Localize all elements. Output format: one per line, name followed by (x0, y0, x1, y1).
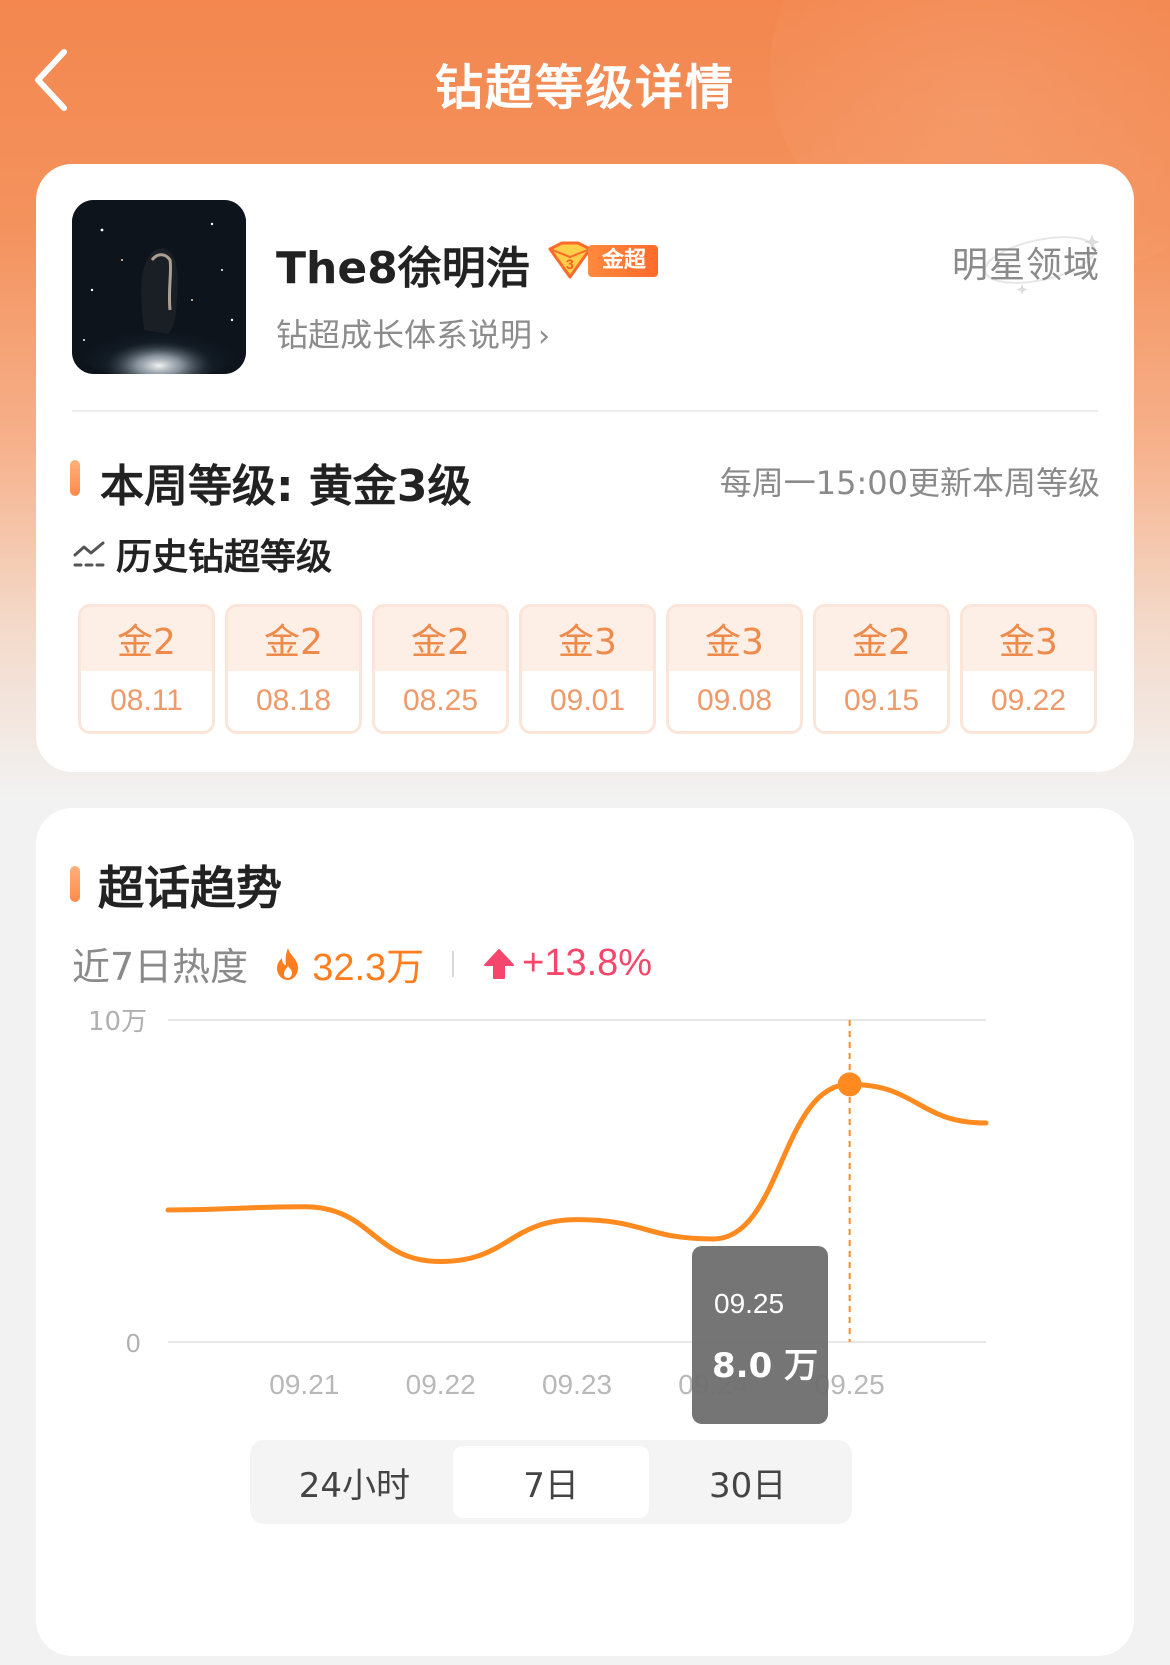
x-tick-label: 09.21 (269, 1369, 339, 1400)
y-tick-label: 10万 (88, 1007, 147, 1037)
tooltip-date: 09.25 (714, 1288, 785, 1319)
chart-tooltip: 09.25 8.0 万 (692, 1246, 828, 1424)
history-date: 08.11 (81, 671, 212, 731)
domain-label: 明星领域 (951, 245, 1100, 286)
history-cell[interactable]: 金2 08.25 (372, 604, 509, 734)
history-level: 金3 (963, 607, 1094, 671)
history-date: 09.22 (963, 671, 1094, 731)
history-date: 09.15 (816, 671, 947, 731)
page: 钻超等级详情 The8徐明浩 3 金超 明星领域 钻超成长体系说明 › 本周等级… (0, 0, 1170, 1665)
history-level: 金3 (522, 607, 653, 671)
divider (72, 410, 1098, 412)
history-date: 08.25 (375, 671, 506, 731)
nav-bar: 钻超等级详情 (0, 0, 1170, 160)
history-title: 历史钻超等级 (116, 537, 333, 578)
trend-line (165, 1081, 989, 1265)
update-note: 每周一15:00更新本周等级 (719, 464, 1100, 502)
current-week-level: 本周等级: 黄金3级 (100, 461, 472, 512)
x-tick-label: 09.23 (542, 1369, 612, 1400)
history-level: 金2 (816, 607, 947, 671)
y-tick-label: 0 (126, 1328, 140, 1358)
chevron-right-icon: › (538, 319, 551, 354)
history-level: 金2 (375, 607, 506, 671)
history-cell[interactable]: 金3 09.08 (666, 604, 803, 734)
history-date: 08.18 (228, 671, 359, 731)
x-tick-label: 09.22 (406, 1369, 476, 1400)
history-cell[interactable]: 金2 09.15 (813, 604, 950, 734)
page-title: 钻超等级详情 (434, 60, 735, 116)
trend-chart-icon (73, 541, 105, 567)
history-header: 历史钻超等级 (72, 528, 332, 580)
history-date: 09.01 (522, 671, 653, 731)
highlight-point (837, 1072, 862, 1097)
time-range-selector: 24小时 7日 30日 (250, 1440, 852, 1524)
history-cell[interactable]: 金3 09.01 (519, 604, 656, 734)
history-cell[interactable]: 金2 08.11 (78, 604, 215, 734)
section-accent (70, 460, 80, 496)
trend-card: 超话趋势 近7日热度 32.3万 +13.8% 10万 0 09.21 09.22 09… (36, 808, 1134, 1656)
svg-text:3: 3 (566, 256, 574, 272)
history-level: 金3 (669, 607, 800, 671)
level-badge: 3 金超 (544, 241, 659, 280)
level-card: The8徐明浩 3 金超 明星领域 钻超成长体系说明 › 本周等级: 黄金3级 每… (36, 164, 1134, 772)
tooltip-value: 8.0 万 (712, 1346, 819, 1386)
history-date: 09.08 (669, 671, 800, 731)
history-cell[interactable]: 金2 08.18 (225, 604, 362, 734)
tab-7d[interactable]: 7日 (452, 1446, 650, 1518)
history-cell[interactable]: 金3 09.22 (960, 604, 1097, 734)
avatar-image (72, 200, 246, 374)
history-level: 金2 (81, 607, 212, 671)
growth-link-label: 钻超成长体系说明 (276, 316, 533, 354)
trend-chart: 10万009.2109.2209.2309.2409.25 (36, 808, 1134, 1656)
history-level: 金2 (228, 607, 359, 671)
history-grid: 金2 08.11 金2 08.18 金2 08.25 金3 09.01 金3 09.08 … (78, 604, 1097, 734)
trend-chart-svg: 10万009.2109.2209.2309.2409.25 (88, 1007, 989, 1400)
badge-label: 金超 (588, 245, 659, 277)
tab-30d[interactable]: 30日 (649, 1446, 846, 1518)
growth-system-link[interactable]: 钻超成长体系说明 › (276, 310, 550, 356)
avatar[interactable] (72, 200, 246, 374)
tab-24h[interactable]: 24小时 (256, 1446, 453, 1518)
user-name: The8徐明浩 (276, 243, 530, 294)
